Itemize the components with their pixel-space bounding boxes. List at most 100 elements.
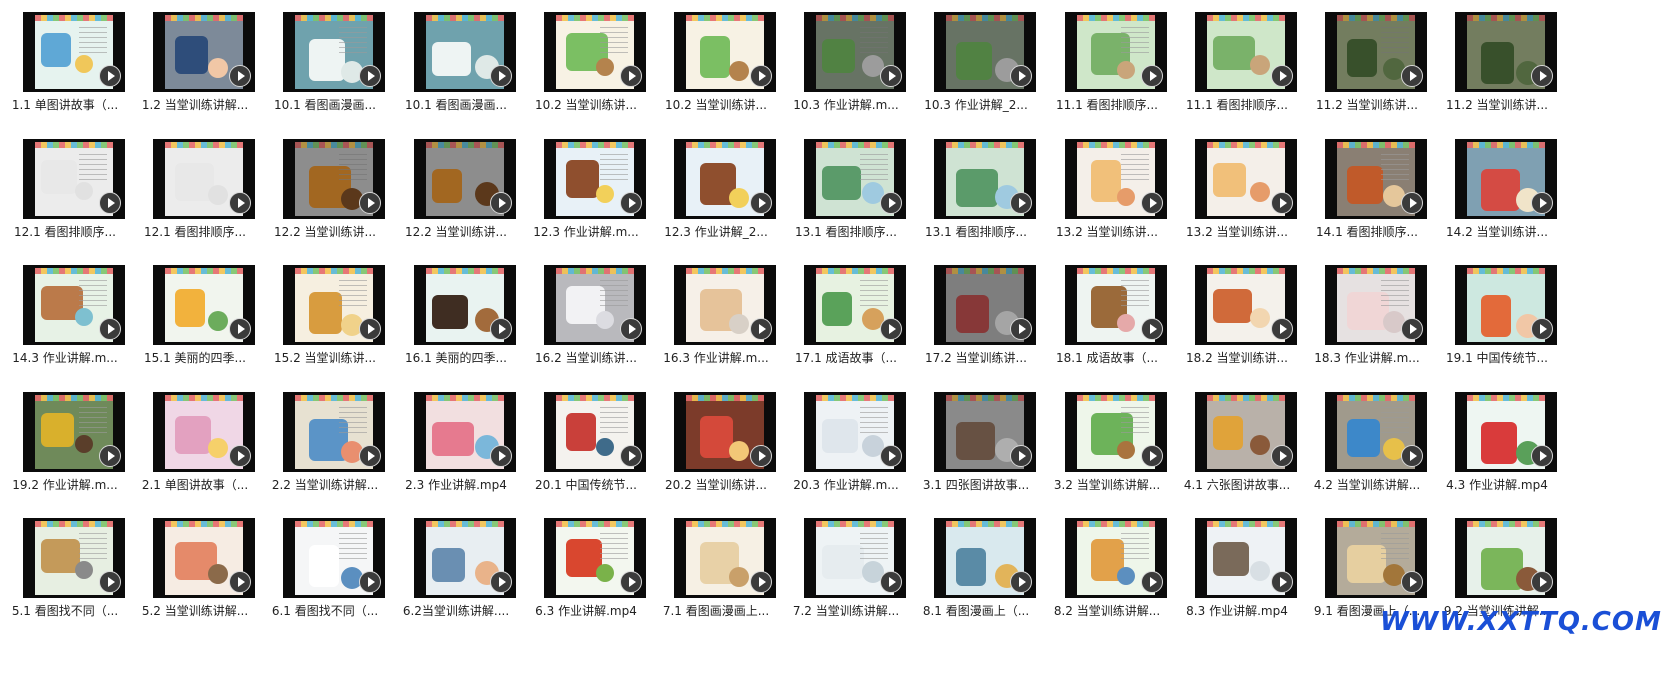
play-icon[interactable]	[359, 192, 381, 214]
play-icon[interactable]	[1271, 192, 1293, 214]
video-thumbnail[interactable]	[1065, 265, 1167, 345]
video-file-item[interactable]: 5.1 看图找不同（...	[0, 506, 130, 630]
play-icon[interactable]	[490, 571, 512, 593]
play-icon[interactable]	[99, 445, 121, 467]
video-file-item[interactable]: 19.2 作业讲解.m...	[0, 380, 130, 504]
play-icon[interactable]	[620, 192, 642, 214]
video-file-item[interactable]: 13.2 当堂训练讲...	[1042, 127, 1172, 251]
video-thumbnail[interactable]	[414, 392, 516, 472]
play-icon[interactable]	[1141, 65, 1163, 87]
video-thumbnail[interactable]	[1455, 392, 1557, 472]
play-icon[interactable]	[99, 318, 121, 340]
video-thumbnail[interactable]	[1325, 265, 1427, 345]
video-file-item[interactable]: 4.2 当堂训练讲解...	[1302, 380, 1432, 504]
play-icon[interactable]	[229, 571, 251, 593]
play-icon[interactable]	[1141, 192, 1163, 214]
video-thumbnail[interactable]	[544, 139, 646, 219]
video-file-item[interactable]: 12.3 作业讲解.m...	[521, 127, 651, 251]
video-thumbnail[interactable]	[1455, 265, 1557, 345]
video-thumbnail[interactable]	[1065, 139, 1167, 219]
video-file-item[interactable]: 8.1 看图漫画上（...	[911, 506, 1041, 630]
video-thumbnail[interactable]	[23, 139, 125, 219]
video-thumbnail[interactable]	[544, 265, 646, 345]
play-icon[interactable]	[1010, 571, 1032, 593]
play-icon[interactable]	[1010, 318, 1032, 340]
play-icon[interactable]	[620, 445, 642, 467]
play-icon[interactable]	[1531, 318, 1553, 340]
play-icon[interactable]	[1531, 192, 1553, 214]
video-file-item[interactable]: 2.1 单图讲故事（...	[130, 380, 260, 504]
play-icon[interactable]	[1271, 571, 1293, 593]
video-thumbnail[interactable]	[23, 518, 125, 598]
video-file-item[interactable]: 10.1 看图画漫画...	[391, 0, 521, 124]
play-icon[interactable]	[359, 571, 381, 593]
play-icon[interactable]	[1271, 65, 1293, 87]
play-icon[interactable]	[229, 318, 251, 340]
play-icon[interactable]	[1141, 445, 1163, 467]
video-thumbnail[interactable]	[283, 392, 385, 472]
play-icon[interactable]	[359, 318, 381, 340]
video-thumbnail[interactable]	[674, 392, 776, 472]
video-file-item[interactable]: 20.3 作业讲解.m...	[781, 380, 911, 504]
video-file-item[interactable]: 3.2 当堂训练讲解...	[1042, 380, 1172, 504]
video-thumbnail[interactable]	[1195, 12, 1297, 92]
play-icon[interactable]	[1531, 65, 1553, 87]
video-thumbnail[interactable]	[414, 12, 516, 92]
video-thumbnail[interactable]	[1455, 518, 1557, 598]
video-file-item[interactable]: 16.1 美丽的四季...	[391, 253, 521, 377]
play-icon[interactable]	[1401, 571, 1423, 593]
play-icon[interactable]	[620, 65, 642, 87]
video-file-item[interactable]: 18.1 成语故事（...	[1042, 253, 1172, 377]
video-thumbnail[interactable]	[283, 12, 385, 92]
play-icon[interactable]	[1531, 445, 1553, 467]
video-file-item[interactable]: 16.3 作业讲解.m...	[651, 253, 781, 377]
video-file-item[interactable]: 6.1 看图找不同（...	[260, 506, 390, 630]
play-icon[interactable]	[359, 65, 381, 87]
video-thumbnail[interactable]	[804, 12, 906, 92]
video-file-item[interactable]: 10.1 看图画漫画...	[260, 0, 390, 124]
video-file-item[interactable]: 4.3 作业讲解.mp4	[1432, 380, 1562, 504]
video-thumbnail[interactable]	[1325, 12, 1427, 92]
video-file-item[interactable]: 15.1 美丽的四季...	[130, 253, 260, 377]
video-file-item[interactable]: 10.3 作业讲解.m...	[781, 0, 911, 124]
play-icon[interactable]	[880, 571, 902, 593]
play-icon[interactable]	[750, 318, 772, 340]
video-file-item[interactable]: 17.1 成语故事（...	[781, 253, 911, 377]
play-icon[interactable]	[490, 445, 512, 467]
play-icon[interactable]	[880, 318, 902, 340]
video-thumbnail[interactable]	[544, 392, 646, 472]
play-icon[interactable]	[1271, 445, 1293, 467]
video-file-item[interactable]: 11.1 看图排顺序...	[1042, 0, 1172, 124]
video-file-item[interactable]: 10.2 当堂训练讲...	[651, 0, 781, 124]
video-thumbnail[interactable]	[804, 392, 906, 472]
video-thumbnail[interactable]	[674, 518, 776, 598]
video-thumbnail[interactable]	[1065, 392, 1167, 472]
video-thumbnail[interactable]	[153, 392, 255, 472]
video-file-item[interactable]: 5.2 当堂训练讲解...	[130, 506, 260, 630]
video-thumbnail[interactable]	[1325, 518, 1427, 598]
video-file-item[interactable]: 13.1 看图排顺序...	[911, 127, 1041, 251]
video-thumbnail[interactable]	[674, 12, 776, 92]
play-icon[interactable]	[490, 65, 512, 87]
play-icon[interactable]	[99, 571, 121, 593]
video-file-item[interactable]: 12.1 看图排顺序...	[0, 127, 130, 251]
video-thumbnail[interactable]	[1065, 518, 1167, 598]
video-thumbnail[interactable]	[804, 518, 906, 598]
video-file-item[interactable]: 12.2 当堂训练讲...	[260, 127, 390, 251]
video-thumbnail[interactable]	[544, 12, 646, 92]
play-icon[interactable]	[620, 318, 642, 340]
video-thumbnail[interactable]	[414, 265, 516, 345]
video-file-item[interactable]: 16.2 当堂训练讲...	[521, 253, 651, 377]
video-file-item[interactable]: 13.2 当堂训练讲...	[1172, 127, 1302, 251]
play-icon[interactable]	[1010, 445, 1032, 467]
play-icon[interactable]	[750, 445, 772, 467]
video-thumbnail[interactable]	[804, 265, 906, 345]
video-file-item[interactable]: 17.2 当堂训练讲...	[911, 253, 1041, 377]
video-thumbnail[interactable]	[934, 392, 1036, 472]
video-thumbnail[interactable]	[1325, 139, 1427, 219]
play-icon[interactable]	[750, 192, 772, 214]
video-file-item[interactable]: 14.3 作业讲解.m...	[0, 253, 130, 377]
play-icon[interactable]	[1271, 318, 1293, 340]
video-thumbnail[interactable]	[1455, 139, 1557, 219]
video-file-item[interactable]: 2.3 作业讲解.mp4	[391, 380, 521, 504]
